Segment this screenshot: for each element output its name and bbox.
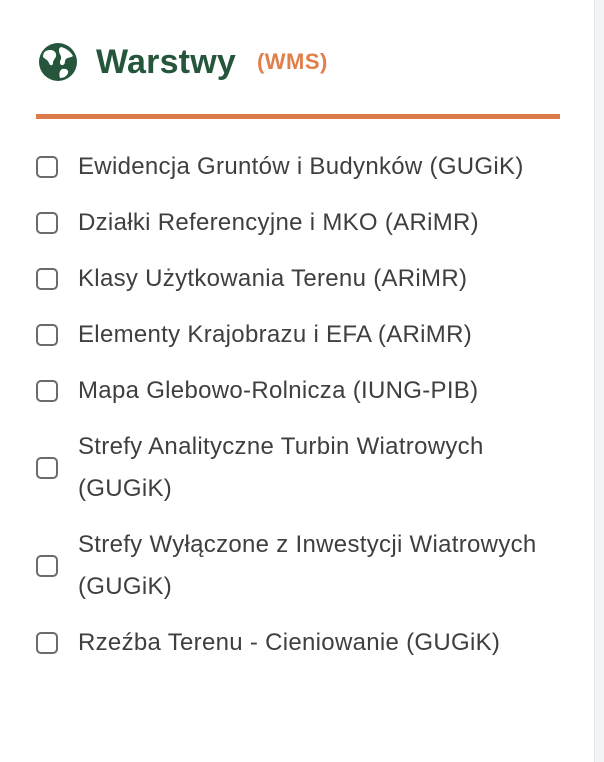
layer-item-rzezba-terenu[interactable]: Rzeźba Terenu - Cieniowanie (GUGiK) xyxy=(36,622,556,664)
panel-header: Warstwy (WMS) xyxy=(38,40,328,84)
layer-item-dzialki-referencyjne[interactable]: Działki Referencyjne i MKO (ARiMR) xyxy=(36,202,556,244)
layer-item-strefy-wylaczone[interactable]: Strefy Wyłączone z Inwestycji Wiatrowych… xyxy=(36,524,556,608)
layer-item-mapa-glebowa[interactable]: Mapa Glebowo-Rolnicza (IUNG-PIB) xyxy=(36,370,556,412)
layer-item-elementy-krajobrazu[interactable]: Elementy Krajobrazu i EFA (ARiMR) xyxy=(36,314,556,356)
layer-checkbox[interactable] xyxy=(36,212,58,234)
layer-label: Elementy Krajobrazu i EFA (ARiMR) xyxy=(78,321,473,348)
layer-list: Ewidencja Gruntów i Budynków (GUGiK) Dzi… xyxy=(36,146,556,678)
layer-item-egib[interactable]: Ewidencja Gruntów i Budynków (GUGiK) xyxy=(36,146,556,188)
layer-checkbox[interactable] xyxy=(36,555,58,577)
layer-label: Strefy Wyłączone z Inwestycji Wiatrowych… xyxy=(78,531,537,600)
layer-checkbox[interactable] xyxy=(36,156,58,178)
layer-item-strefy-analityczne[interactable]: Strefy Analityczne Turbin Wiatrowych (GU… xyxy=(36,426,556,510)
globe-icon xyxy=(39,43,77,81)
layer-checkbox[interactable] xyxy=(36,457,58,479)
layer-checkbox[interactable] xyxy=(36,632,58,654)
header-divider xyxy=(36,114,560,119)
layer-checkbox[interactable] xyxy=(36,380,58,402)
layer-checkbox[interactable] xyxy=(36,268,58,290)
layer-label: Klasy Użytkowania Terenu (ARiMR) xyxy=(78,265,468,292)
layer-label: Rzeźba Terenu - Cieniowanie (GUGiK) xyxy=(78,629,501,656)
layer-checkbox[interactable] xyxy=(36,324,58,346)
layer-label: Strefy Analityczne Turbin Wiatrowych (GU… xyxy=(78,433,484,502)
panel-subtitle: (WMS) xyxy=(256,49,328,74)
panel-title: Warstwy xyxy=(96,42,236,81)
layer-item-klasy-uzytkowania[interactable]: Klasy Użytkowania Terenu (ARiMR) xyxy=(36,258,556,300)
layer-label: Działki Referencyjne i MKO (ARiMR) xyxy=(78,209,479,236)
layers-panel: Warstwy (WMS) Ewidencja Gruntów i Budynk… xyxy=(0,0,595,762)
layer-label: Ewidencja Gruntów i Budynków (GUGiK) xyxy=(78,153,524,180)
layer-label: Mapa Glebowo-Rolnicza (IUNG-PIB) xyxy=(78,377,479,404)
